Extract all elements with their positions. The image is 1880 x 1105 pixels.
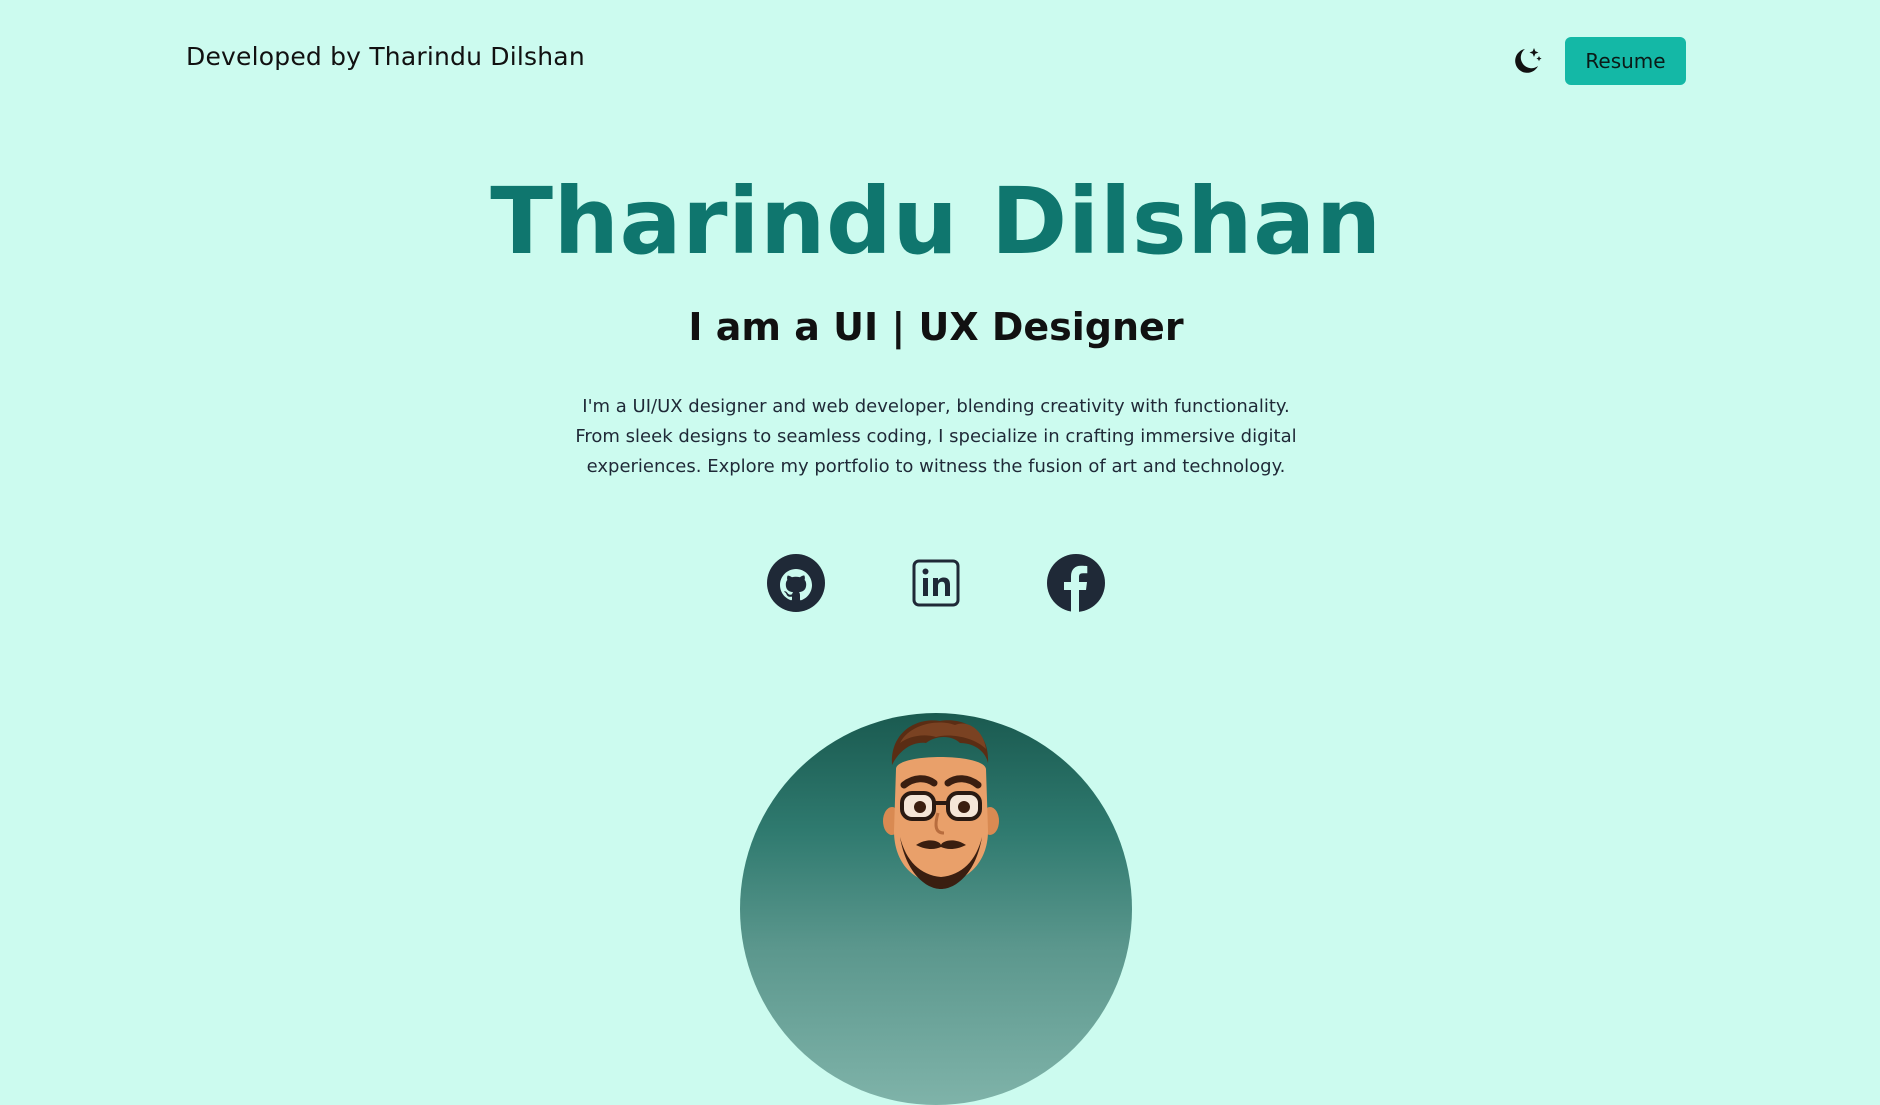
theme-toggle-button[interactable] <box>1510 44 1544 78</box>
github-icon <box>767 554 825 612</box>
cartoon-avatar <box>883 720 999 889</box>
description-line: experiences. Explore my portfolio to wit… <box>586 456 1286 477</box>
hero-name: Tharindu Dilshan <box>490 168 1382 275</box>
moon-stars-icon <box>1515 48 1542 73</box>
hero-description: I'm a UI/UX designer and web developer, … <box>566 392 1306 482</box>
brand-text[interactable]: Developed by Tharindu Dilshan <box>186 42 585 71</box>
description-line: I'm a UI/UX designer and web developer, … <box>582 396 1290 417</box>
github-link[interactable] <box>766 553 826 613</box>
linkedin-link[interactable] <box>908 553 964 613</box>
site-header: Developed by Tharindu Dilshan Resume <box>0 0 1880 120</box>
facebook-icon <box>1047 554 1105 612</box>
resume-button[interactable]: Resume <box>1565 37 1686 85</box>
avatar-circle <box>740 713 1132 1105</box>
description-line: From sleek designs to seamless coding, I… <box>575 426 1297 447</box>
linkedin-icon <box>912 559 960 607</box>
facebook-link[interactable] <box>1046 553 1106 613</box>
hero-role: I am a UI | UX Designer <box>688 305 1184 349</box>
